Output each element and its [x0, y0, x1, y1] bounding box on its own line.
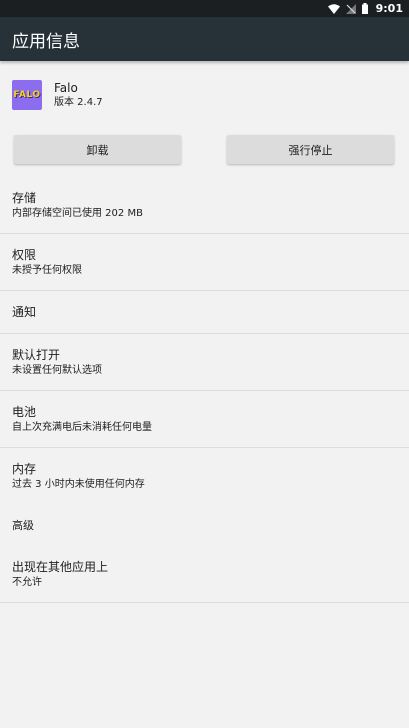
wifi-icon — [327, 3, 340, 14]
setting-title: 通知 — [12, 305, 37, 319]
setting-storage[interactable]: 存储 内部存储空间已使用 202 MB — [0, 177, 409, 234]
setting-summary: 不允许 — [12, 576, 42, 588]
app-icon-label: FALO — [13, 89, 41, 100]
setting-title: 出现在其他应用上 — [12, 559, 109, 574]
uninstall-button[interactable]: 卸载 — [14, 135, 181, 164]
no-signal-icon — [345, 3, 356, 14]
setting-summary: 自上次充满电后未消耗任何电量 — [12, 421, 152, 433]
advanced-section-header[interactable]: 高级 — [0, 504, 409, 546]
setting-memory[interactable]: 内存 过去 3 小时内未使用任何内存 — [0, 448, 409, 504]
app-bar: 应用信息 — [0, 17, 409, 61]
app-meta: Falo 版本 2.4.7 — [54, 80, 103, 110]
setting-title: 默认打开 — [12, 347, 61, 362]
setting-summary: 未设置任何默认选项 — [12, 364, 102, 376]
app-icon: FALO — [12, 79, 42, 110]
setting-title: 电池 — [12, 404, 37, 419]
setting-open-by-default[interactable]: 默认打开 未设置任何默认选项 — [0, 334, 409, 391]
setting-notifications[interactable]: 通知 — [0, 291, 409, 334]
app-name: Falo — [54, 80, 78, 95]
setting-title: 内存 — [12, 461, 37, 476]
app-header: FALO Falo 版本 2.4.7 — [0, 61, 409, 113]
setting-summary: 内部存储空间已使用 202 MB — [12, 207, 143, 219]
setting-draw-over-other-apps[interactable]: 出现在其他应用上 不允许 — [0, 546, 409, 603]
status-time: 9:01 — [375, 2, 403, 15]
setting-permissions[interactable]: 权限 未授予任何权限 — [0, 234, 409, 291]
setting-summary: 过去 3 小时内未使用任何内存 — [12, 478, 145, 490]
setting-battery[interactable]: 电池 自上次充满电后未消耗任何电量 — [0, 391, 409, 448]
setting-summary: 未授予任何权限 — [12, 264, 82, 276]
setting-title: 权限 — [12, 247, 37, 262]
page-title: 应用信息 — [12, 31, 80, 52]
setting-title: 存储 — [12, 190, 37, 205]
battery-icon — [361, 3, 368, 14]
force-stop-button[interactable]: 强行停止 — [227, 135, 394, 164]
settings-list: 存储 内部存储空间已使用 202 MB 权限 未授予任何权限 通知 默认打开 未… — [0, 177, 409, 603]
action-buttons: 卸载 强行停止 — [0, 135, 409, 164]
status-bar: 9:01 — [0, 0, 409, 17]
advanced-label: 高级 — [12, 519, 34, 532]
app-version: 版本 2.4.7 — [54, 96, 103, 108]
